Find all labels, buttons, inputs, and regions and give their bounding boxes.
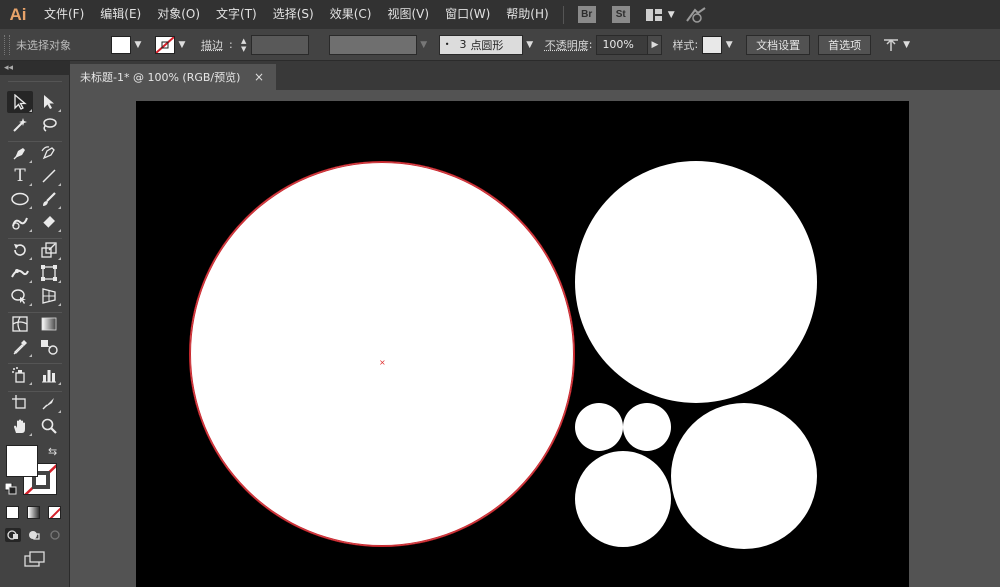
circle-bottom-right[interactable] (671, 403, 817, 549)
small-circle-top-right[interactable] (623, 403, 671, 451)
chevron-down-icon[interactable]: ▼ (523, 36, 537, 54)
slice-tool-icon[interactable] (36, 392, 62, 414)
color-mode-button[interactable] (6, 506, 19, 519)
rotate-tool-icon[interactable] (7, 239, 33, 261)
swap-fill-stroke-icon[interactable]: ⇆ (48, 445, 57, 458)
close-icon[interactable]: × (254, 70, 264, 84)
variable-width-profile[interactable] (328, 34, 417, 55)
fill-swatch[interactable] (111, 35, 131, 54)
menu-view[interactable]: 视图(V) (379, 0, 437, 29)
eyedropper-tool-icon[interactable] (7, 336, 33, 358)
canvas-right-strip (909, 548, 915, 587)
artboard[interactable]: × (136, 101, 909, 587)
chevron-down-icon[interactable]: ▼ (903, 40, 910, 50)
zoom-tool-icon[interactable] (36, 415, 62, 437)
shaper-tool-icon[interactable] (7, 211, 33, 233)
arrange-documents-icon[interactable] (883, 38, 899, 52)
menu-object[interactable]: 对象(O) (149, 0, 208, 29)
shape-builder-tool-icon[interactable] (7, 285, 33, 307)
menu-help[interactable]: 帮助(H) (498, 0, 556, 29)
small-circle-top-left[interactable] (575, 403, 623, 451)
line-segment-tool-icon[interactable] (36, 165, 62, 187)
chevron-down-icon[interactable]: ▼ (668, 10, 675, 20)
pen-tool-icon[interactable] (7, 142, 33, 164)
graphic-style-swatch[interactable] (702, 35, 723, 54)
menu-window[interactable]: 窗口(W) (437, 0, 498, 29)
free-transform-tool-icon[interactable] (36, 262, 62, 284)
document-tab[interactable]: 未标题-1* @ 100% (RGB/预览) × (70, 64, 276, 90)
width-tool-icon[interactable] (7, 262, 33, 284)
stroke-weight-stepper[interactable]: ▲ ▼ (237, 34, 309, 55)
small-circle-bottom[interactable] (575, 451, 671, 547)
scale-tool-icon[interactable] (36, 239, 62, 261)
eraser-tool-icon[interactable] (36, 211, 62, 233)
type-tool-icon[interactable]: T (7, 165, 33, 187)
style-label: 样式 (672, 38, 695, 52)
chevron-down-icon[interactable]: ▼ (175, 36, 189, 54)
workspace-layout-icon[interactable] (645, 8, 662, 21)
selection-status: 未选择对象 (16, 38, 71, 52)
menu-file[interactable]: 文件(F) (36, 0, 92, 29)
brush-size: 3 (459, 38, 467, 51)
artboard-tool-icon[interactable] (7, 392, 33, 414)
chevron-down-icon[interactable]: ▼ (417, 36, 431, 54)
opacity-field[interactable]: 100% (596, 34, 649, 55)
none-mode-button[interactable] (48, 506, 61, 519)
magic-wand-tool-icon[interactable] (7, 114, 33, 136)
panel-grip[interactable] (4, 34, 10, 55)
mesh-tool-icon[interactable] (7, 313, 33, 335)
control-bar: 未选择对象 ▼ ▼ 描边 : ▲ ▼ ▼ • 3 点圆形 ▼ 不透明度 : 100… (0, 29, 1000, 61)
draw-inside-icon[interactable] (47, 528, 63, 542)
fill-color-swatch[interactable] (6, 445, 38, 477)
bridge-button[interactable]: Br (577, 6, 596, 23)
paintbrush-tool-icon[interactable] (36, 188, 62, 210)
hand-tool-icon[interactable] (7, 415, 33, 437)
menu-edit[interactable]: 编辑(E) (92, 0, 149, 29)
blend-tool-icon[interactable] (36, 336, 62, 358)
selection-tool-icon[interactable] (7, 91, 33, 113)
document-setup-button[interactable]: 文档设置 (746, 34, 811, 55)
curvature-tool-icon[interactable] (36, 142, 62, 164)
brush-dot-icon: • (444, 40, 450, 49)
stock-button[interactable]: St (611, 6, 630, 23)
opacity-label[interactable]: 不透明度 (545, 37, 589, 53)
gradient-tool-icon[interactable] (36, 313, 62, 335)
app-logo: Ai (9, 4, 27, 24)
large-circle-selected[interactable] (189, 161, 575, 547)
symbol-sprayer-tool-icon[interactable] (7, 364, 33, 386)
tools-panel: T ⇆ (0, 75, 70, 587)
stroke-label[interactable]: 描边 (201, 37, 223, 53)
preferences-button[interactable]: 首选项 (818, 34, 872, 55)
gradient-mode-button[interactable] (27, 506, 40, 519)
brush-name: 点圆形 (470, 38, 504, 52)
menu-bar: Ai 文件(F) 编辑(E) 对象(O) 文字(T) 选择(S) 效果(C) 视… (0, 0, 1000, 29)
brush-definition[interactable]: • 3 点圆形 (438, 34, 523, 55)
screen-mode-icon[interactable] (24, 551, 46, 570)
toolbar-collapse[interactable]: ◂◂ (0, 61, 70, 75)
chevron-down-icon[interactable]: ▼ (722, 36, 736, 54)
menu-separator (562, 5, 564, 24)
menu-type[interactable]: 文字(T) (208, 0, 265, 29)
direct-selection-tool-icon[interactable] (36, 91, 62, 113)
document-tab-title: 未标题-1* @ 100% (RGB/预览) (80, 71, 241, 84)
draw-normal-icon[interactable] (5, 528, 21, 542)
chevron-down-icon[interactable]: ▼ (131, 36, 145, 54)
canvas-area[interactable]: × (70, 90, 1000, 587)
column-graph-tool-icon[interactable] (36, 364, 62, 386)
center-point-icon: × (379, 358, 386, 367)
lasso-tool-icon[interactable] (36, 114, 62, 136)
gpu-performance-icon[interactable] (685, 6, 707, 23)
medium-circle[interactable] (575, 161, 817, 403)
menu-effect[interactable]: 效果(C) (322, 0, 380, 29)
stroke-swatch[interactable] (155, 35, 175, 54)
toolbar-separator (8, 81, 62, 82)
draw-behind-icon[interactable] (26, 528, 42, 542)
default-fill-stroke-icon[interactable] (4, 482, 17, 498)
menu-select[interactable]: 选择(S) (265, 0, 322, 29)
document-tab-bar: 未标题-1* @ 100% (RGB/预览) × (70, 61, 1000, 90)
chevron-right-icon[interactable]: ▶ (648, 34, 663, 55)
perspective-grid-tool-icon[interactable] (36, 285, 62, 307)
ellipse-tool-icon[interactable] (7, 188, 33, 210)
